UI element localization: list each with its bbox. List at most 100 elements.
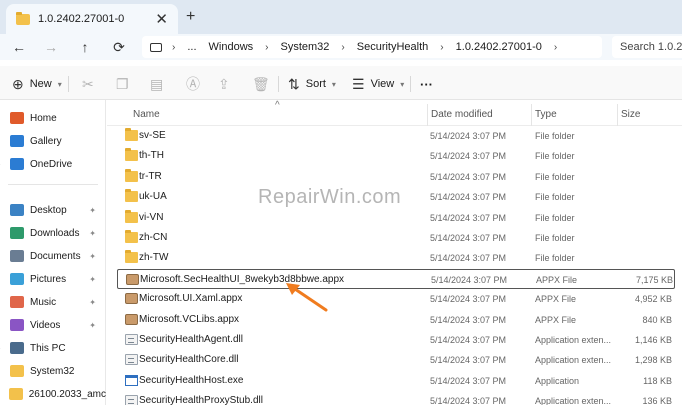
file-type: APPX File [535, 314, 577, 325]
back-button[interactable]: ← [10, 38, 28, 56]
file-row[interactable]: vi-VN 5/14/2024 3:07 PM File folder [117, 208, 675, 228]
copy-button[interactable]: ❐ [116, 75, 135, 93]
breadcrumb-version[interactable]: 1.0.2402.27001-0 [456, 41, 542, 53]
address-bar[interactable]: › ... Windows › System32 › SecurityHealt… [142, 36, 602, 58]
share-icon: ⇪ [218, 75, 230, 92]
file-date-modified: 5/14/2024 3:07 PM [430, 253, 507, 264]
file-type: Application exten... [535, 335, 612, 345]
file-row[interactable]: SecurityHealthCore.dll 5/14/2024 3:07 PM A… [117, 350, 675, 370]
view-button[interactable]: ☰ View ▾ [352, 75, 404, 93]
breadcrumb-windows[interactable]: Windows [209, 41, 254, 53]
file-row[interactable]: sv-SE 5/14/2024 3:07 PM File folder [117, 126, 675, 146]
file-row[interactable]: zh-TW 5/14/2024 3:07 PM File folder [117, 248, 675, 268]
file-date-modified: 5/14/2024 3:07 PM [430, 375, 507, 386]
file-row[interactable]: tr-TR 5/14/2024 3:07 PM File folder [117, 167, 675, 187]
sidebar-item-pictures[interactable]: Pictures ✦ [0, 269, 106, 289]
chevron-right-icon[interactable]: › [0, 343, 6, 353]
file-row[interactable]: SecurityHealthHost.exe 5/14/2024 3:07 PM A… [117, 371, 675, 391]
sidebar-item-gallery[interactable]: Gallery [0, 131, 106, 151]
view-label: View [370, 78, 395, 90]
close-icon[interactable]: ✕ [155, 10, 168, 28]
chevron-right-icon[interactable]: › [0, 159, 6, 169]
column-size[interactable]: Size [621, 109, 640, 120]
pin-icon[interactable]: ✦ [89, 252, 96, 261]
file-row[interactable]: th-TH 5/14/2024 3:07 PM File folder [117, 146, 675, 166]
address-row: ← → ↑ ⟳ › ... Windows › System32 › Secur… [0, 34, 682, 60]
application-icon [125, 374, 138, 386]
file-date-modified: 5/14/2024 3:07 PM [430, 355, 507, 366]
column-date-modified[interactable]: Date modified [431, 109, 493, 120]
file-size: 118 KB [643, 375, 672, 386]
forward-button[interactable]: → [42, 38, 60, 56]
delete-button[interactable]: 🗑 [252, 75, 276, 93]
file-type: File folder [535, 171, 575, 182]
command-bar: ⊕ New ▾ ✂ ❐ ▤ Ⓐ ⇪ 🗑 ⇅ Sort ▾ ☰ View ▾ ··… [0, 66, 682, 100]
sidebar-item-documents[interactable]: Documents ✦ [0, 246, 106, 266]
file-row[interactable]: Microsoft.SecHealthUI_8wekyb3d8bbwe.appx… [117, 268, 675, 289]
more-options-button[interactable]: ··· [420, 75, 433, 93]
gallery-icon [10, 135, 24, 147]
pc-icon [10, 342, 24, 354]
sort-button[interactable]: ⇅ Sort ▾ [288, 75, 336, 93]
file-name: SecurityHealthAgent.dll [139, 334, 243, 345]
pin-icon[interactable]: ✦ [89, 275, 96, 284]
share-button[interactable]: ⇪ [218, 75, 236, 93]
pin-icon[interactable]: ✦ [89, 206, 96, 215]
package-icon [125, 293, 138, 305]
file-date-modified: 5/14/2024 3:07 PM [430, 335, 507, 345]
file-row[interactable]: SecurityHealthProxyStub.dll 5/14/2024 3:0… [117, 391, 675, 405]
sidebar-item-onedrive[interactable]: › OneDrive [0, 154, 106, 174]
plus-icon[interactable]: + [186, 8, 195, 26]
file-date-modified: 5/14/2024 3:07 PM [430, 131, 507, 141]
breadcrumb-securityhealth[interactable]: SecurityHealth [357, 41, 429, 53]
sidebar-item-desktop[interactable]: Desktop ✦ [0, 200, 106, 220]
file-row[interactable]: SecurityHealthAgent.dll 5/14/2024 3:07 PM… [117, 330, 675, 350]
up-button[interactable]: ↑ [76, 38, 94, 56]
file-type: File folder [535, 233, 575, 243]
column-divider[interactable] [617, 104, 618, 126]
file-row[interactable]: zh-CN 5/14/2024 3:07 PM File folder [117, 228, 675, 248]
paste-button[interactable]: ▤ [150, 75, 169, 93]
sidebar-item-this-pc[interactable]: › This PC [0, 338, 106, 358]
folder-icon [125, 168, 138, 182]
navigation-pane: Home Gallery ›OneDrive Desktop✦ Downloads✦ Do… [0, 100, 106, 405]
cut-button[interactable]: ✂ [82, 75, 100, 93]
breadcrumb-more[interactable]: ... [187, 41, 196, 53]
sidebar-item-label: Documents [30, 250, 81, 262]
column-divider[interactable] [531, 104, 532, 126]
sidebar-item-26100-2033-amc[interactable]: 26100.2033_amc [0, 384, 106, 404]
file-row[interactable]: Microsoft.VCLibs.appx 5/14/2024 3:07 PM AP… [117, 310, 675, 330]
column-header-row: ^ Name Date modified Type Size [107, 100, 682, 126]
pin-icon[interactable]: ✦ [89, 298, 96, 307]
sidebar-item-downloads[interactable]: Downloads ✦ [0, 223, 106, 243]
file-type: APPX File [536, 274, 578, 285]
tab-current[interactable]: 1.0.2402.27001-0 ✕ [6, 4, 178, 34]
pin-icon[interactable]: ✦ [89, 229, 96, 238]
sidebar-item-system32[interactable]: System32 [0, 361, 106, 381]
sort-ascending-icon: ^ [275, 100, 280, 111]
breadcrumb-system32[interactable]: System32 [280, 41, 329, 53]
file-list: ^ Name Date modified Type Size sv-SE 5/14… [107, 100, 682, 405]
pin-icon[interactable]: ✦ [89, 321, 96, 330]
package-icon [125, 313, 138, 325]
file-row[interactable]: Microsoft.UI.Xaml.appx 5/14/2024 3:07 PM A… [117, 289, 675, 309]
file-name: zh-CN [139, 232, 168, 243]
search-input[interactable]: Search 1.0.240 [612, 36, 682, 58]
sidebar-item-music[interactable]: Music ✦ [0, 292, 106, 312]
file-type: Application [535, 375, 580, 386]
new-button[interactable]: ⊕ New ▾ [12, 75, 62, 93]
column-type[interactable]: Type [535, 109, 557, 120]
dll-file-icon [125, 334, 138, 345]
sidebar-item-label: 26100.2033_amc [28, 388, 106, 400]
cloud-icon [10, 158, 24, 170]
new-label: New [29, 78, 52, 90]
sidebar-item-home[interactable]: Home [0, 108, 106, 128]
rename-button[interactable]: Ⓐ [186, 75, 206, 93]
sidebar-item-label: System32 [30, 365, 75, 377]
file-date-modified: 5/14/2024 3:07 PM [430, 294, 507, 305]
column-divider[interactable] [427, 104, 428, 126]
sidebar-item-videos[interactable]: Videos ✦ [0, 315, 106, 335]
column-name[interactable]: Name [133, 109, 160, 120]
file-type: Application exten... [535, 355, 612, 366]
refresh-button[interactable]: ⟳ [110, 38, 128, 56]
